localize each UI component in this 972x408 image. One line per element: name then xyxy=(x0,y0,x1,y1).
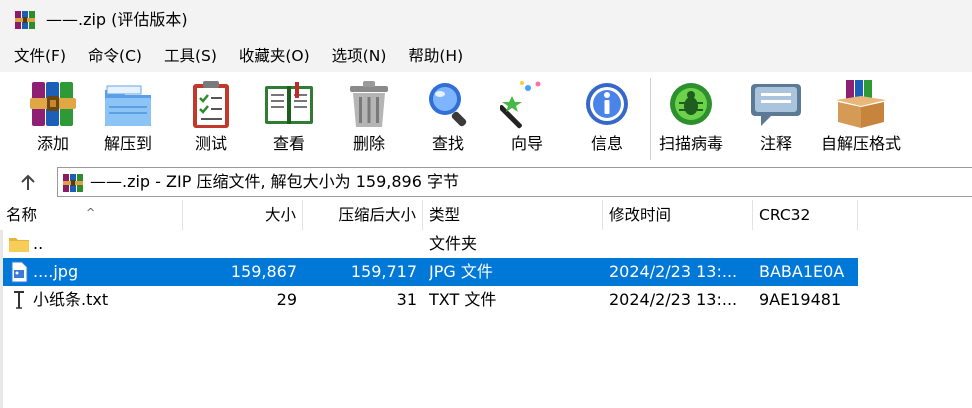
extract-to-button[interactable]: 解压到 xyxy=(101,78,155,162)
row-name: ....jpg xyxy=(33,262,79,281)
sort-ascending-icon: ^ xyxy=(86,206,96,219)
menu-favorites[interactable]: 收藏夹(O) xyxy=(231,43,318,69)
scan-virus-button[interactable]: 扫描病毒 xyxy=(659,78,723,162)
file-list-header: 名称 ^ 大小 压缩后大小 类型 修改时间 CRC32 xyxy=(0,200,972,230)
add-button[interactable]: 添加 xyxy=(26,78,80,162)
view-book-icon xyxy=(265,82,313,124)
column-header-type[interactable]: 类型 xyxy=(423,200,603,230)
comment-bubble-icon xyxy=(751,84,801,126)
column-name-label: 名称 xyxy=(6,206,38,224)
column-header-modified[interactable]: 修改时间 xyxy=(603,200,753,230)
column-header-size[interactable]: 大小 xyxy=(183,200,303,230)
image-file-icon xyxy=(11,261,28,283)
table-row[interactable]: .. 文件夹 xyxy=(0,230,858,258)
address-field[interactable]: ——.zip - ZIP 压缩文件, 解包大小为 159,896 字节 xyxy=(57,167,972,197)
menu-file[interactable]: 文件(F) xyxy=(6,43,74,69)
address-text: ——.zip - ZIP 压缩文件, 解包大小为 159,896 字节 xyxy=(90,172,459,191)
view-label: 查看 xyxy=(272,134,305,153)
row-crc: 9AE19481 xyxy=(759,290,842,309)
sfx-button[interactable]: 自解压格式 xyxy=(821,78,901,162)
row-name: .. xyxy=(33,234,44,253)
column-size-label: 大小 xyxy=(264,206,296,224)
menu-bar: 文件(F) 命令(C) 工具(S) 收藏夹(O) 选项(N) 帮助(H) xyxy=(0,40,972,72)
row-type: JPG 文件 xyxy=(429,262,493,281)
up-folder-button[interactable] xyxy=(14,170,42,196)
menu-options[interactable]: 选项(N) xyxy=(324,43,395,69)
scan-virus-label: 扫描病毒 xyxy=(659,134,724,153)
sfx-label: 自解压格式 xyxy=(821,134,902,153)
comment-label: 注释 xyxy=(759,134,792,153)
magic-wand-icon xyxy=(500,81,541,129)
column-modified-label: 修改时间 xyxy=(609,206,672,224)
winrar-icon xyxy=(15,11,35,29)
magnifier-icon xyxy=(429,83,467,127)
test-clipboard-icon xyxy=(193,81,229,128)
info-icon xyxy=(586,83,628,125)
sfx-box-icon xyxy=(836,80,886,128)
wizard-button[interactable]: 向导 xyxy=(500,78,554,162)
extract-to-label: 解压到 xyxy=(103,134,152,153)
virus-scan-icon xyxy=(670,83,712,125)
find-label: 查找 xyxy=(431,134,464,153)
column-header-name[interactable]: 名称 ^ xyxy=(0,200,183,230)
toolbar-separator xyxy=(650,78,651,160)
comment-button[interactable]: 注释 xyxy=(749,78,803,162)
toolbar: 添加 解压到 测试 查看 删除 查找 向导 信息 扫描病毒 注释 自解压格式 xyxy=(0,72,972,164)
delete-label: 删除 xyxy=(352,134,385,153)
file-list: .. 文件夹 ....jpg 159,867 159,717 JPG 文件 20… xyxy=(0,230,972,408)
wizard-label: 向导 xyxy=(510,134,543,153)
view-button[interactable]: 查看 xyxy=(262,78,316,162)
menu-help[interactable]: 帮助(H) xyxy=(400,43,471,69)
text-file-icon xyxy=(14,291,24,309)
row-crc: BABA1E0A xyxy=(759,262,845,281)
column-packed-label: 压缩后大小 xyxy=(338,206,416,224)
window-title: ——.zip (评估版本) xyxy=(46,10,188,29)
row-type: TXT 文件 xyxy=(429,290,497,309)
table-row[interactable]: 小纸条.txt 29 31 TXT 文件 2024/2/23 13:... 9A… xyxy=(0,286,858,314)
table-row[interactable]: ....jpg 159,867 159,717 JPG 文件 2024/2/23… xyxy=(0,258,858,286)
title-bar[interactable]: ——.zip (评估版本) xyxy=(0,0,972,40)
test-button[interactable]: 测试 xyxy=(184,78,238,162)
test-label: 测试 xyxy=(194,134,227,153)
info-button[interactable]: 信息 xyxy=(580,78,634,162)
add-label: 添加 xyxy=(36,134,69,153)
menu-commands[interactable]: 命令(C) xyxy=(80,43,150,69)
row-modified: 2024/2/23 13:... xyxy=(609,290,738,309)
column-header-packed[interactable]: 压缩后大小 xyxy=(303,200,423,230)
arrow-up-icon xyxy=(21,174,35,190)
delete-button[interactable]: 删除 xyxy=(342,78,396,162)
extract-folder-icon xyxy=(105,85,151,126)
list-left-edge xyxy=(0,230,3,408)
find-button[interactable]: 查找 xyxy=(421,78,475,162)
column-header-crc[interactable]: CRC32 xyxy=(753,200,858,230)
menu-tools[interactable]: 工具(S) xyxy=(156,43,225,69)
row-name: 小纸条.txt xyxy=(33,290,109,309)
row-modified: 2024/2/23 13:... xyxy=(609,262,738,281)
column-type-label: 类型 xyxy=(429,206,461,224)
info-label: 信息 xyxy=(590,134,623,153)
row-size: 29 xyxy=(276,290,297,309)
row-type: 文件夹 xyxy=(429,234,478,253)
folder-icon xyxy=(9,238,29,252)
address-bar: ——.zip - ZIP 压缩文件, 解包大小为 159,896 字节 xyxy=(0,164,972,200)
archive-icon xyxy=(63,174,83,192)
add-archive-icon xyxy=(30,82,76,126)
column-crc-label: CRC32 xyxy=(759,206,811,224)
row-packed: 31 xyxy=(396,290,417,309)
row-packed: 159,717 xyxy=(350,262,417,281)
trash-icon xyxy=(350,81,388,127)
row-size: 159,867 xyxy=(230,262,297,281)
